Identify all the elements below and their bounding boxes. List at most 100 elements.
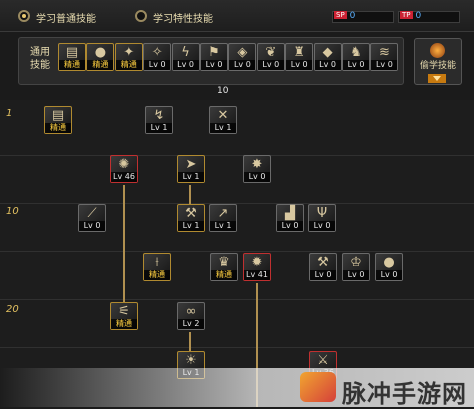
skill-level-caption: Lv 1 — [178, 172, 204, 182]
skill-level-caption: Lv 0 — [376, 270, 402, 280]
shared-skill-slot[interactable]: ✧ Lv 0 — [143, 43, 172, 71]
claw-icon: ⚟ — [118, 304, 130, 319]
watermark-logo — [300, 372, 336, 402]
shared-skill-slot[interactable]: ♜ Lv 0 — [285, 43, 314, 71]
beast-icon: ♛ — [218, 255, 230, 270]
row-divider — [0, 299, 474, 300]
tree-skill-s4[interactable]: ✺ Lv 46 — [110, 155, 138, 183]
tree-skill-s14[interactable]: ✹ Lv 41 — [243, 253, 271, 281]
flag-icon: ⚑ — [208, 45, 220, 60]
tree-skill-s17[interactable]: ● Lv 0 — [375, 253, 403, 281]
row-divider — [0, 251, 474, 252]
flame-icon: ✹ — [251, 255, 263, 270]
fighter-icon: ♞ — [350, 45, 362, 60]
tab-normal-skills-label[interactable]: 学习普通技能 — [36, 10, 96, 25]
skill-level-caption: 精通 — [211, 270, 237, 280]
skill-level-caption: Lv 1 — [210, 123, 236, 133]
axe-icon: ⚒ — [185, 206, 197, 221]
tree-skill-s11[interactable]: Ψ Lv 0 — [308, 204, 336, 232]
shared-skill-slot[interactable]: ▤ 精通 — [58, 43, 86, 71]
shared-skills-label-line1: 通用 — [30, 47, 50, 58]
shared-skill-slot[interactable]: ● 精通 — [86, 43, 115, 71]
book-icon: ▤ — [65, 45, 79, 60]
shared-skill-slot[interactable]: ◆ Lv 0 — [313, 43, 342, 71]
sp-tag: SP — [334, 11, 347, 19]
shared-skill-slot[interactable]: ❦ Lv 0 — [256, 43, 285, 71]
tree-skill-s16[interactable]: ♔ Lv 0 — [342, 253, 370, 281]
skill-level-caption: Lv 0 — [314, 60, 341, 70]
gem-icon: ◆ — [322, 45, 333, 60]
skill-level-caption: Lv 0 — [172, 60, 199, 70]
shared-skills-total: 10 — [217, 86, 229, 96]
skill-level-caption: 精通 — [111, 319, 137, 329]
skill-level-caption: 精通 — [144, 270, 170, 280]
skill-level-caption: Lv 0 — [257, 60, 284, 70]
row-divider — [0, 347, 474, 348]
orb-icon: ● — [383, 255, 395, 270]
tree-skill-s8[interactable]: ⚒ Lv 1 — [177, 204, 205, 232]
tree-skill-s9[interactable]: ↗ Lv 1 — [209, 204, 237, 232]
runner-icon: ✦ — [123, 45, 135, 60]
tree-skill-s7[interactable]: ⟋ Lv 0 — [78, 204, 106, 232]
tree-skill-s1[interactable]: ▤ 精通 — [44, 106, 72, 134]
trident-icon: Ψ — [316, 206, 328, 221]
skill-level-caption: Lv 0 — [343, 60, 369, 70]
shared-skill-slot[interactable]: ◈ Lv 0 — [228, 43, 257, 71]
wind-icon: ≋ — [378, 45, 390, 60]
steal-skill-label: 偷学技能 — [419, 61, 456, 71]
prerequisite-link — [189, 185, 191, 205]
tab-trait-skills-radio[interactable] — [135, 10, 147, 22]
shared-skill-slot[interactable]: ϟ Lv 0 — [171, 43, 200, 71]
tree-skill-s18[interactable]: ⚟ 精通 — [110, 302, 138, 330]
tab-trait-skills-label[interactable]: 学习特性技能 — [153, 10, 213, 25]
tree-skill-s5[interactable]: ➤ Lv 1 — [177, 155, 205, 183]
skill-level-caption: Lv 0 — [144, 60, 171, 70]
slash-icon: ⟋ — [87, 206, 97, 221]
tree-skill-s6[interactable]: ✸ Lv 0 — [243, 155, 271, 183]
tree-skill-s15[interactable]: ⚒ Lv 0 — [309, 253, 337, 281]
shared-skills-label-line2: 技能 — [30, 60, 50, 71]
lion-icon: ☀ — [185, 353, 197, 368]
skill-level-caption: Lv 41 — [244, 270, 270, 280]
level-mark-1: 1 — [6, 108, 13, 119]
tree-skill-s13[interactable]: ♛ 精通 — [210, 253, 238, 281]
chain-icon: ∞ — [185, 304, 197, 319]
orb-icon: ● — [94, 45, 107, 60]
steal-skill-icon — [430, 43, 445, 58]
skill-level-caption: 精通 — [45, 123, 71, 133]
spear-icon: ↗ — [217, 206, 229, 221]
shared-skill-slot[interactable]: ≋ Lv 0 — [370, 43, 399, 71]
burst-icon: ✺ — [118, 157, 130, 172]
sp-points: SP 0 — [334, 11, 355, 23]
tree-skill-s19[interactable]: ∞ Lv 2 — [177, 302, 205, 330]
skill-level-caption: Lv 0 — [310, 270, 336, 280]
leaf-icon: ❦ — [265, 45, 277, 60]
skill-level-caption: Lv 0 — [229, 60, 256, 70]
row-divider — [0, 155, 474, 156]
skill-level-caption: Lv 0 — [79, 221, 105, 231]
shared-skill-slot[interactable]: ⚑ Lv 0 — [200, 43, 228, 71]
shared-skill-slot[interactable]: ✦ 精通 — [114, 43, 143, 71]
skill-level-caption: Lv 1 — [146, 123, 172, 133]
tp-tag: TP — [400, 11, 413, 19]
skill-level-caption: Lv 2 — [178, 319, 204, 329]
tab-normal-skills-radio[interactable] — [18, 10, 30, 22]
tree-skill-s10[interactable]: ▟ Lv 0 — [276, 204, 304, 232]
shared-skill-slot[interactable]: ♞ Lv 0 — [342, 43, 370, 71]
dash-icon: ➤ — [185, 157, 197, 172]
steal-skill-dropdown-arrow[interactable] — [428, 74, 446, 83]
tree-skill-s3[interactable]: ✕ Lv 1 — [209, 106, 237, 134]
prerequisite-link — [123, 185, 125, 303]
skill-level-caption: Lv 0 — [371, 60, 398, 70]
bolt-icon: ϟ — [181, 45, 190, 60]
wing-icon: ✧ — [151, 45, 163, 60]
skill-level-caption: Lv 46 — [111, 172, 137, 182]
skill-level-caption: Lv 0 — [309, 221, 335, 231]
tree-skill-s2[interactable]: ↯ Lv 1 — [145, 106, 173, 134]
staff-icon: ⟊ — [155, 255, 159, 270]
spark-icon: ✸ — [251, 157, 263, 172]
skill-level-caption: Lv 1 — [210, 221, 236, 231]
skill-level-caption: 精通 — [59, 60, 85, 70]
skill-level-caption: Lv 0 — [244, 172, 270, 182]
tree-skill-s12[interactable]: ⟊ 精通 — [143, 253, 171, 281]
